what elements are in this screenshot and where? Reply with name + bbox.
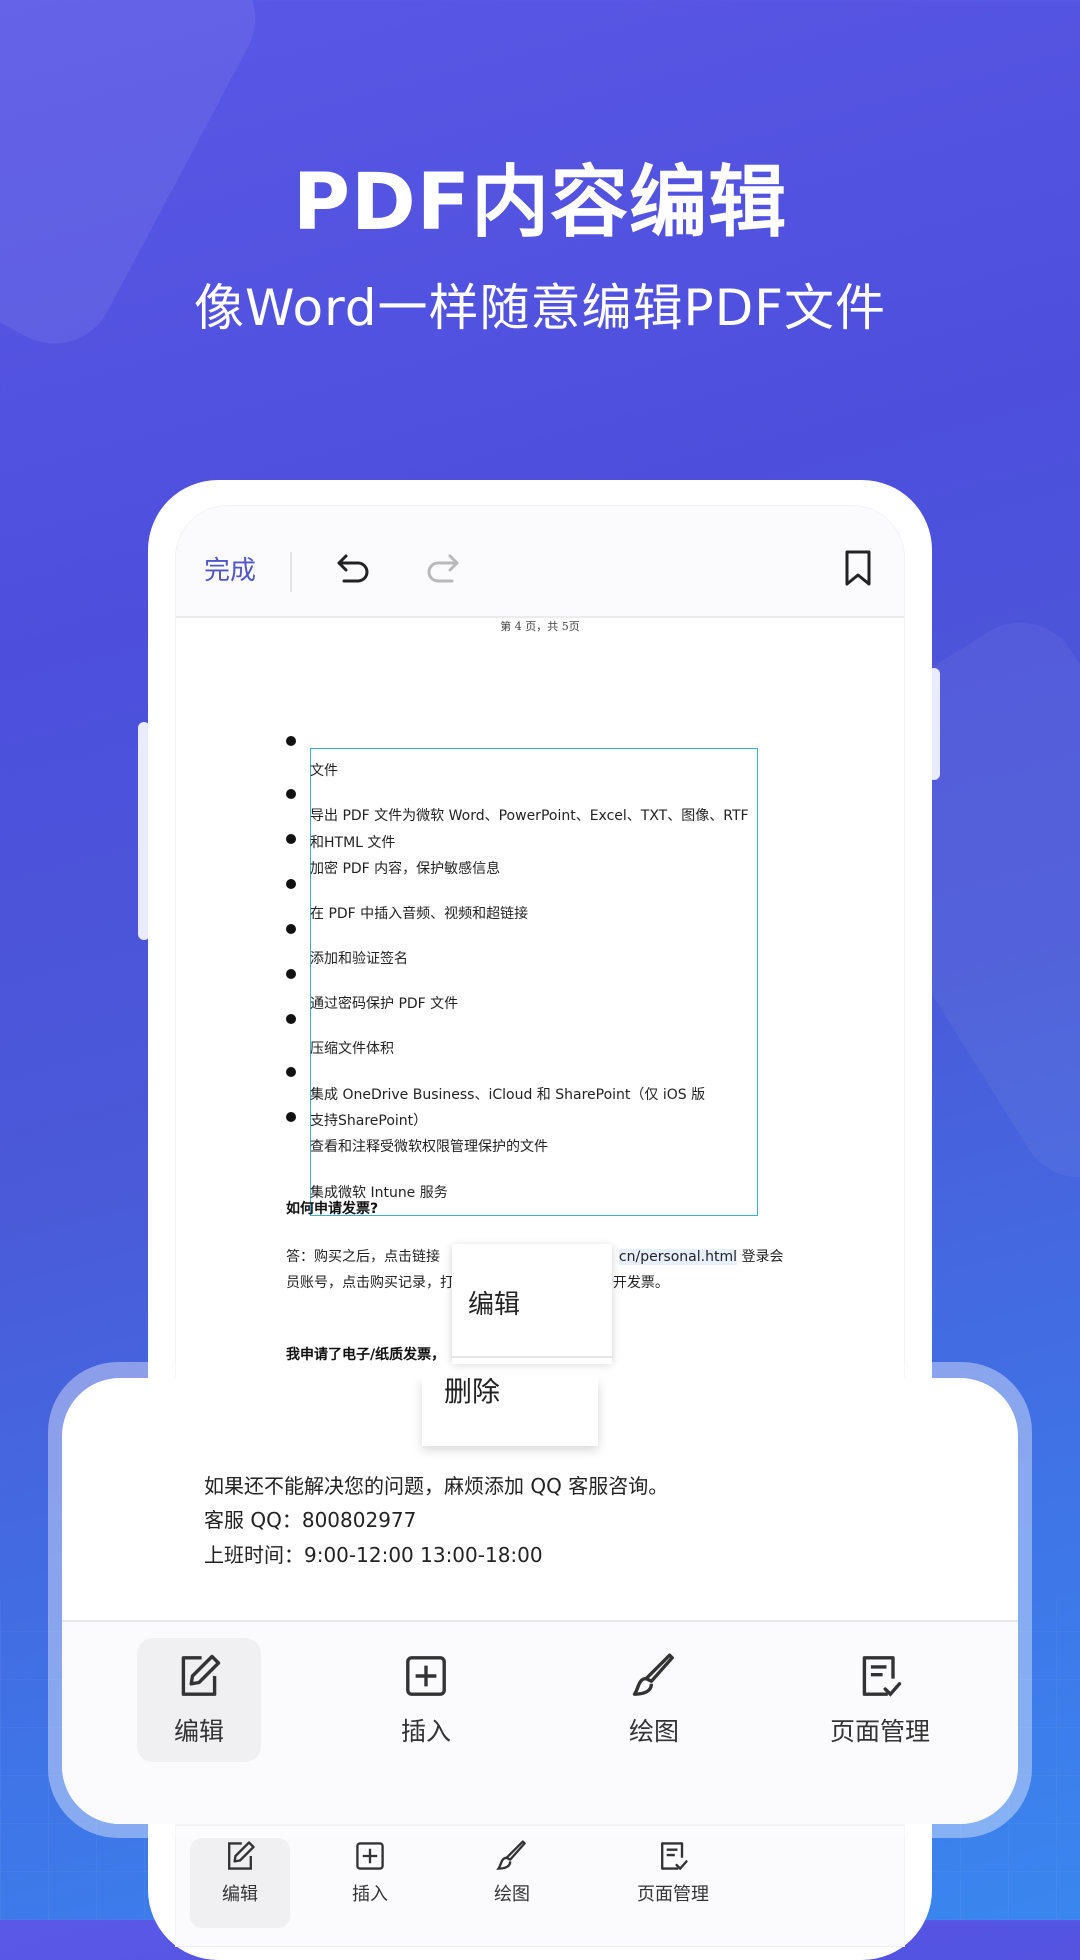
tool-insert-background[interactable]: 插入 xyxy=(320,1838,420,1906)
tool-draw[interactable]: 绘图 xyxy=(592,1638,716,1762)
tool-label: 绘图 xyxy=(494,1884,530,1905)
tool-label: 编辑 xyxy=(173,1717,224,1746)
page-manage-icon xyxy=(862,1656,902,1697)
tool-page-manage[interactable]: 页面管理 xyxy=(798,1638,962,1762)
context-menu-delete[interactable]: 删除 xyxy=(444,1378,500,1410)
doc-line: 支持SharePoint） xyxy=(310,1113,428,1129)
doc-line: 加密 PDF 内容，保护敏感信息 xyxy=(310,861,501,877)
tool-insert[interactable]: 插入 xyxy=(364,1638,488,1762)
insert-icon xyxy=(406,1656,446,1696)
list-bullet xyxy=(286,789,296,799)
tool-edit[interactable]: 编辑 xyxy=(137,1638,261,1762)
list-bullet xyxy=(286,736,296,746)
tool-label: 页面管理 xyxy=(637,1884,709,1905)
doc-line: 在 PDF 中插入音频、视频和超链接 xyxy=(310,906,529,922)
edit-icon xyxy=(228,1841,255,1870)
tool-edit-background[interactable]: 编辑 xyxy=(190,1838,290,1928)
tool-label: 绘图 xyxy=(628,1717,679,1746)
contact-qq: 客服 QQ：800802977 xyxy=(204,1508,417,1532)
brush-icon xyxy=(632,1653,674,1696)
list-bullet xyxy=(286,1014,296,1024)
context-menu-edit[interactable]: 编辑 xyxy=(468,1284,520,1321)
menu-separator xyxy=(452,1356,612,1358)
faq-question: 我申请了电子/纸质发票， xyxy=(286,1347,446,1363)
doc-line: 导出 PDF 文件为微软 Word、PowerPoint、Excel、TXT、图… xyxy=(310,808,749,824)
bottom-toolbar-background: 编辑 插入 绘图 页面管理 xyxy=(176,1824,904,1946)
brush-icon xyxy=(496,1840,526,1870)
doc-line: 和HTML 文件 xyxy=(310,835,396,851)
list-bullet xyxy=(286,969,296,979)
page-indicator: 第 4 页，共 5页 xyxy=(500,620,580,633)
tool-page-manage-background[interactable]: 页面管理 xyxy=(608,1838,738,1906)
insert-icon xyxy=(356,1842,384,1870)
list-bullet xyxy=(286,834,296,844)
list-bullet xyxy=(286,924,296,934)
page-manage-icon xyxy=(661,1842,688,1871)
faq-answer-text: 员账号，点击购买记录，打 xyxy=(286,1275,454,1291)
bottom-toolbar: 编辑 插入 绘图 页面管理 xyxy=(62,1622,1018,1824)
context-menu: 删除 xyxy=(422,1378,598,1446)
tool-label: 插入 xyxy=(400,1717,451,1746)
faq-link[interactable]: cn/personal.html xyxy=(618,1249,737,1265)
contact-text: 如果还不能解决您的问题，麻烦添加 QQ 客服咨询。 xyxy=(204,1474,669,1498)
context-menu: 编辑 xyxy=(452,1244,612,1364)
subheadline: 像Word一样随意编辑PDF文件 xyxy=(194,279,886,337)
doc-line: 文件 xyxy=(310,763,338,779)
faq-answer-text: 登录会 xyxy=(741,1249,784,1265)
faq-question: 如何申请发票? xyxy=(286,1201,379,1217)
zoomed-overlay-card: 删除 如果还不能解决您的问题，麻烦添加 QQ 客服咨询。 客服 QQ：80080… xyxy=(62,1378,1018,1824)
list-bullet xyxy=(286,1067,296,1077)
doc-line: 查看和注释受微软权限管理保护的文件 xyxy=(310,1139,548,1155)
doc-line: 通过密码保护 PDF 文件 xyxy=(310,996,459,1012)
doc-line: 集成 OneDrive Business、iCloud 和 SharePoint… xyxy=(310,1087,706,1103)
faq-answer-text: 答：购买之后，点击链接 xyxy=(286,1249,440,1265)
contact-hours: 上班时间：9:00-12:00 13:00-18:00 xyxy=(204,1543,543,1567)
tool-draw-background[interactable]: 绘图 xyxy=(462,1838,562,1906)
tool-label: 插入 xyxy=(352,1884,388,1905)
tool-label: 编辑 xyxy=(222,1884,258,1905)
doc-line: 添加和验证签名 xyxy=(310,951,408,967)
tool-label: 页面管理 xyxy=(829,1717,930,1746)
list-bullet xyxy=(286,1112,296,1122)
doc-line: 压缩文件体积 xyxy=(310,1041,394,1057)
edit-icon xyxy=(181,1654,221,1696)
list-bullet xyxy=(286,879,296,889)
headline: PDF内容编辑 xyxy=(292,158,788,248)
